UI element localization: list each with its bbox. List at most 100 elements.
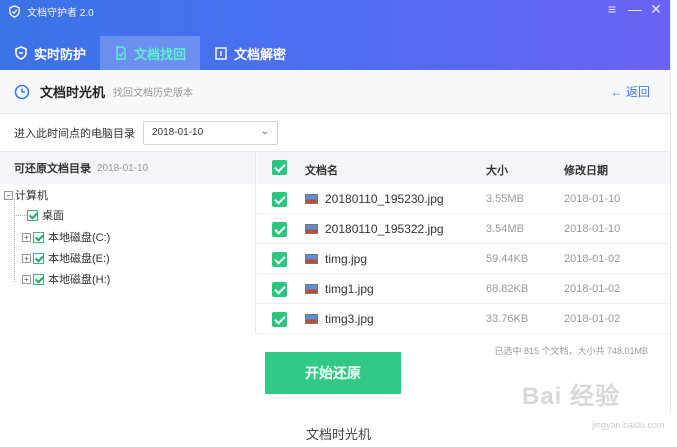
tree-node-label: 桌面 — [42, 210, 64, 222]
tree-header: 可还原文档目录 2018-01-10 — [0, 152, 256, 184]
image-file-icon — [305, 194, 318, 204]
table-row[interactable]: timg1.jpg 68.82KB 2018-01-02 — [257, 274, 670, 304]
tab-label: 文档找回 — [134, 46, 187, 62]
file-date: 2018-01-10 — [564, 193, 621, 205]
tab-realtime-protection[interactable]: 实时防护 — [0, 36, 100, 70]
tab-document-recovery[interactable]: 文档找回 — [100, 36, 201, 70]
file-name-text: 20180110_195322.jpg — [325, 222, 444, 236]
expand-icon[interactable]: + — [22, 232, 31, 242]
tree-node-drive-h[interactable]: + 本地磁盘(H:) — [22, 270, 110, 288]
unlock-doc-icon — [215, 47, 227, 60]
tab-document-decrypt[interactable]: 文档解密 — [200, 36, 300, 70]
section-header: 文档时光机 找回文档历史版本 ← 返回 — [0, 70, 670, 114]
watermark-logo: Bai 经验 — [522, 383, 621, 410]
column-header-date[interactable]: 修改日期 — [564, 162, 608, 178]
selection-summary: 已选中 815 个文档，大小共 748.01MB — [494, 346, 648, 356]
image-file-icon — [305, 224, 318, 234]
file-name-text: timg1.jpg — [325, 282, 374, 296]
minimize-icon[interactable]: — — [628, 1, 642, 17]
checkbox-checked-icon[interactable] — [33, 252, 44, 264]
file-size: 68.82KB — [486, 283, 529, 295]
window-controls: ≡ — ✕ — [606, 1, 662, 17]
tree-line — [14, 215, 27, 216]
shield-logo-icon — [9, 4, 20, 18]
file-date: 2018-01-10 — [564, 223, 621, 235]
file-name: timg3.jpg — [305, 312, 374, 326]
select-all-checkbox[interactable] — [272, 160, 287, 175]
date-select-value: 2018-01-10 — [152, 127, 204, 138]
file-name: timg1.jpg — [305, 282, 374, 296]
tree-node-label: 计算机 — [15, 190, 48, 202]
tree-node-label: 本地磁盘(C:) — [48, 232, 111, 244]
row-checkbox[interactable] — [272, 222, 287, 237]
main-tabs: 实时防护 文档找回 文档解密 — [0, 36, 300, 70]
row-checkbox[interactable] — [272, 192, 287, 207]
file-date: 2018-01-02 — [564, 283, 621, 295]
file-name: 20180110_195322.jpg — [305, 222, 444, 236]
row-checkbox[interactable] — [272, 282, 287, 297]
clock-icon — [14, 84, 30, 99]
start-restore-button[interactable]: 开始还原 — [265, 352, 401, 394]
back-label: 返回 — [625, 85, 650, 99]
table-row[interactable]: timg.jpg 59.44KB 2018-01-02 — [257, 244, 670, 274]
file-name: timg.jpg — [305, 252, 367, 266]
file-size: 33.76KB — [486, 313, 529, 325]
tree-line — [14, 199, 15, 282]
menu-icon[interactable]: ≡ — [606, 1, 618, 17]
checkbox-checked-icon[interactable] — [33, 231, 44, 243]
back-link[interactable]: ← 返回 — [611, 83, 650, 100]
file-size: 3.55MB — [486, 193, 524, 205]
tree-node-desktop[interactable]: 桌面 — [27, 206, 64, 224]
window-border — [670, 0, 671, 412]
date-filter-row: 进入此时间点的电脑目录 2018-01-10 ⌄ — [0, 114, 670, 152]
column-header-name[interactable]: 文档名 — [305, 162, 338, 178]
chevron-down-icon: ⌄ — [260, 125, 269, 137]
table-row[interactable]: 20180110_195322.jpg 3.54MB 2018-01-10 — [257, 214, 670, 244]
file-name: 20180110_195230.jpg — [305, 192, 444, 206]
restore-doc-icon — [116, 46, 126, 60]
collapse-icon[interactable]: − — [4, 190, 13, 200]
table-row[interactable]: timg3.jpg 33.76KB 2018-01-02 — [257, 304, 670, 334]
tree-node-label: 本地磁盘(H:) — [48, 274, 111, 286]
file-date: 2018-01-02 — [564, 253, 621, 265]
tree-node-drive-e[interactable]: + 本地磁盘(E:) — [22, 249, 110, 267]
date-filter-label: 进入此时间点的电脑目录 — [14, 127, 135, 140]
file-size: 59.44KB — [486, 253, 529, 265]
app-window: 文档守护者 2.0 ≡ — ✕ 实时防护 文档找回 文档解密 文档时光机 找回文… — [0, 0, 670, 412]
table-row[interactable]: 20180110_195230.jpg 3.55MB 2018-01-10 — [257, 184, 670, 214]
table-header: 文档名 大小 修改日期 — [257, 152, 670, 184]
app-title: 文档守护者 2.0 — [8, 3, 94, 19]
file-date: 2018-01-02 — [564, 313, 621, 325]
image-file-icon — [305, 284, 318, 294]
expand-icon[interactable]: + — [22, 274, 31, 284]
tab-label: 文档解密 — [234, 46, 287, 62]
expand-icon[interactable]: + — [22, 253, 31, 263]
section-title: 文档时光机 — [40, 85, 106, 100]
close-icon[interactable]: ✕ — [650, 1, 662, 17]
checkbox-checked-icon[interactable] — [27, 209, 38, 221]
tree-header-title: 可还原文档目录 — [14, 163, 91, 175]
file-name-text: timg.jpg — [325, 252, 368, 266]
tree-node-drive-c[interactable]: + 本地磁盘(C:) — [22, 228, 110, 246]
file-size: 3.54MB — [486, 223, 524, 235]
file-name-text: 20180110_195230.jpg — [325, 192, 444, 206]
tab-label: 实时防护 — [34, 46, 87, 62]
image-file-icon — [305, 254, 318, 264]
back-arrow-icon: ← — [610, 85, 623, 99]
directory-tree: − 计算机 桌面 + 本地磁盘(C:) + 本地磁盘(E:) + 本地磁盘(H:… — [0, 184, 256, 334]
row-checkbox[interactable] — [272, 312, 287, 327]
tree-header-date: 2018-01-10 — [97, 162, 149, 174]
image-caption: 文档时光机 — [305, 427, 371, 442]
file-name-text: timg3.jpg — [325, 312, 374, 326]
row-checkbox[interactable] — [272, 252, 287, 267]
shield-icon — [15, 46, 27, 60]
app-title-text: 文档守护者 2.0 — [27, 7, 94, 19]
image-file-icon — [305, 314, 318, 324]
date-select[interactable]: 2018-01-10 ⌄ — [143, 120, 278, 145]
tree-node-label: 本地磁盘(E:) — [48, 253, 110, 265]
tree-node-computer[interactable]: − 计算机 — [4, 186, 48, 204]
section-subtitle: 找回文档历史版本 — [113, 88, 194, 99]
column-header-size[interactable]: 大小 — [486, 162, 508, 178]
title-bar: 文档守护者 2.0 ≡ — ✕ 实时防护 文档找回 文档解密 — [0, 0, 670, 70]
checkbox-checked-icon[interactable] — [33, 273, 44, 285]
